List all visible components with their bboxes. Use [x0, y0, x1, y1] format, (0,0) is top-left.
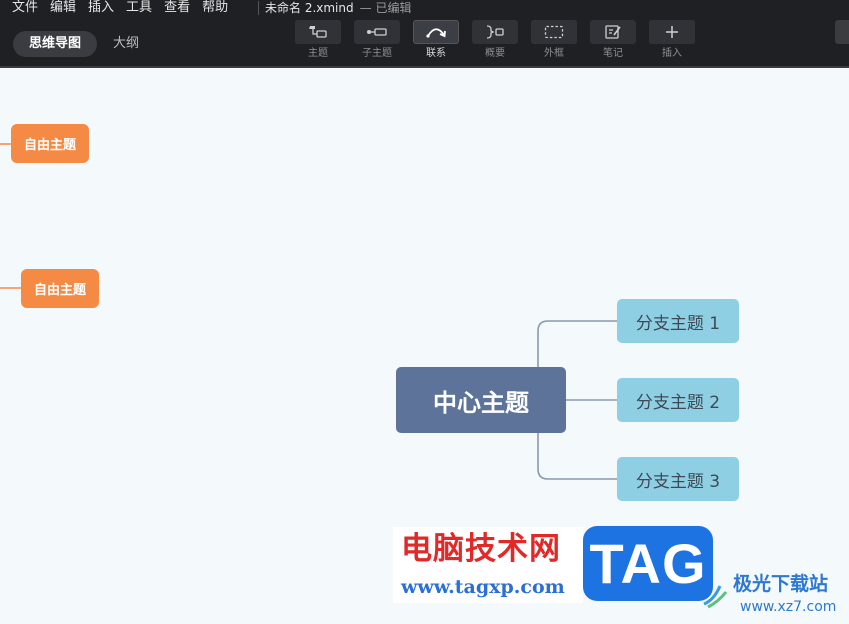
notes-button[interactable]: 笔记 [590, 20, 636, 60]
boundary-label: 外框 [544, 48, 564, 59]
boundary-icon [544, 25, 564, 39]
relationship-button[interactable]: 联系 [413, 20, 459, 60]
branch-connector [537, 320, 617, 367]
view-tabs: 思维导图 大纲 [13, 31, 155, 57]
menu-help[interactable]: 帮助 [196, 0, 234, 16]
watermark-site2-url: www.xz7.com [740, 599, 837, 615]
summary-icon [486, 25, 504, 39]
document-filename: 未命名 2.xmind [265, 1, 354, 15]
free-topic-1[interactable]: 自由主题 [11, 124, 89, 163]
branch-topic-2[interactable]: 分支主题 2 [617, 378, 739, 422]
branch-topic-1[interactable]: 分支主题 1 [617, 299, 739, 343]
boundary-button[interactable]: 外框 [531, 20, 577, 60]
aurora-logo-icon [703, 585, 728, 609]
watermark-site-name: 电脑技术网 [401, 531, 561, 567]
menu-tools[interactable]: 工具 [120, 0, 158, 16]
watermark-site2-name: 极光下载站 [733, 573, 829, 595]
document-status: — 已编辑 [359, 1, 412, 15]
tab-mindmap[interactable]: 思维导图 [13, 31, 98, 57]
watermark-site-url: www.tagxp.com [401, 576, 565, 598]
format-panel-button[interactable] [835, 20, 849, 44]
title-divider [258, 1, 259, 15]
subtopic-label: 子主题 [362, 48, 392, 59]
subtopic-button[interactable]: 子主题 [354, 20, 400, 60]
watermark-tagxp: 电脑技术网 www.tagxp.com [393, 527, 583, 603]
tab-outline[interactable]: 大纲 [97, 31, 155, 57]
insert-button[interactable]: 插入 [649, 20, 695, 60]
menu-view[interactable]: 查看 [158, 0, 196, 16]
document-title: 未命名 2.xmind — 已编辑 [258, 0, 411, 16]
watermark-tag-logo: TAG [583, 526, 713, 601]
insert-label: 插入 [662, 48, 682, 59]
menu-bar: 文件 编辑 插入 工具 查看 帮助 [0, 0, 234, 16]
plus-icon [666, 26, 678, 38]
branch-topic-3[interactable]: 分支主题 3 [617, 457, 739, 501]
free-topic-2[interactable]: 自由主题 [21, 269, 99, 308]
toolbar-divider [0, 66, 849, 68]
notes-label: 笔记 [603, 48, 623, 59]
menu-insert[interactable]: 插入 [82, 0, 120, 16]
subtopic-icon [367, 28, 387, 36]
summary-button[interactable]: 概要 [472, 20, 518, 60]
relationship-icon [426, 28, 446, 38]
topic-button[interactable]: 主题 [295, 20, 341, 60]
summary-label: 概要 [485, 48, 505, 59]
notes-icon [605, 25, 621, 39]
central-topic[interactable]: 中心主题 [396, 367, 566, 433]
relationship-label: 联系 [426, 48, 446, 59]
topic-icon [309, 26, 327, 38]
top-toolbar: 文件 编辑 插入 工具 查看 帮助 未命名 2.xmind — 已编辑 思维导图… [0, 0, 849, 68]
branch-connector [537, 433, 617, 480]
menu-file[interactable]: 文件 [0, 0, 44, 16]
menu-edit[interactable]: 编辑 [44, 0, 82, 16]
topic-label: 主题 [308, 48, 328, 59]
